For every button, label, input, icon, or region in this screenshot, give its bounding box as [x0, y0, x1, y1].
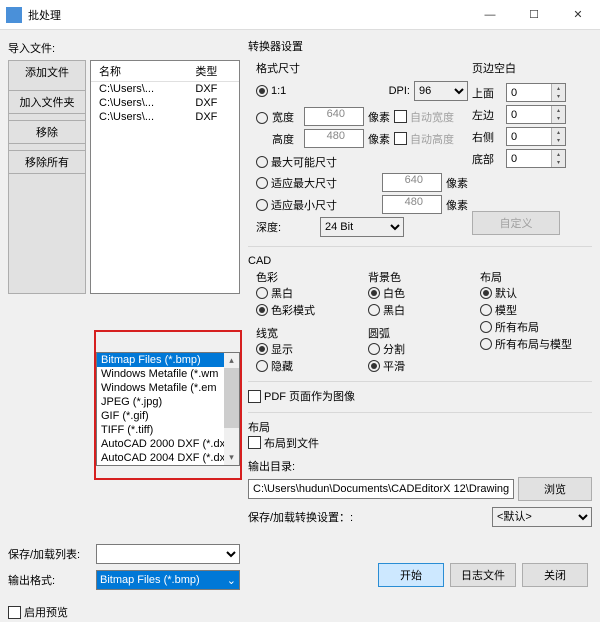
close-button[interactable]: ✕ [556, 0, 600, 30]
margin-bottom-input[interactable]: 0▴▾ [506, 149, 566, 168]
window-title: 批处理 [28, 7, 468, 23]
margin-top-input[interactable]: 0▴▾ [506, 83, 566, 102]
pdf-as-image-checkbox[interactable]: PDF 页面作为图像 [248, 388, 355, 404]
layout-all-model-radio[interactable]: 所有布局与模型 [480, 336, 572, 352]
dropdown-option[interactable]: AutoCAD 2004 DXF (*.dx [97, 451, 239, 465]
auto-width-checkbox[interactable]: 自动宽度 [394, 109, 454, 125]
dropdown-scrollbar[interactable]: ▴▾ [224, 353, 239, 465]
height-input[interactable]: 480 [304, 129, 364, 148]
add-folder-button[interactable]: 加入文件夹 [8, 90, 86, 114]
dropdown-option[interactable]: TIFF (*.tiff) [97, 423, 239, 437]
layout-model-radio[interactable]: 模型 [480, 302, 517, 318]
dropdown-option[interactable]: Windows Metafile (*.wm [97, 367, 239, 381]
enable-preview-checkbox[interactable]: 启用预览 [8, 604, 68, 620]
arc-smooth-radio[interactable]: 平滑 [368, 358, 405, 374]
dropdown-option[interactable]: Bitmap Files (*.bmp) [97, 353, 239, 367]
cad-label: CAD [248, 253, 592, 269]
ratio-1-1-radio[interactable]: 1:1 [256, 85, 286, 97]
custom-button[interactable]: 自定义 [472, 211, 560, 235]
output-format-label: 输出格式: [8, 572, 96, 588]
format-size-label: 格式尺寸 [248, 58, 468, 78]
dropdown-option[interactable]: JPEG (*.jpg) [97, 395, 239, 409]
layout-section-label: 布局 [248, 419, 592, 435]
width-input[interactable]: 640 [304, 107, 364, 126]
col-type[interactable]: 类型 [187, 61, 239, 82]
layout-default-radio[interactable]: 默认 [480, 285, 517, 301]
col-name[interactable]: 名称 [91, 61, 187, 82]
table-row: C:\Users\...DXF [91, 96, 239, 110]
margin-left-input[interactable]: 0▴▾ [506, 105, 566, 124]
arc-split-radio[interactable]: 分割 [368, 341, 405, 357]
max-size-radio[interactable]: 最大可能尺寸 [256, 154, 337, 170]
dropdown-option[interactable]: Windows Metafile (*.em [97, 381, 239, 395]
close-dialog-button[interactable]: 关闭 [522, 563, 588, 587]
file-list[interactable]: 名称 类型 C:\Users\...DXF C:\Users\...DXF C:… [90, 60, 240, 294]
import-files-label: 导入文件: [8, 38, 240, 60]
browse-button[interactable]: 浏览 [518, 477, 592, 501]
dropdown-option[interactable]: GIF (*.gif) [97, 409, 239, 423]
layout-to-file-checkbox[interactable]: 布局到文件 [248, 435, 319, 451]
color-bw-radio[interactable]: 黑白 [256, 285, 293, 301]
app-icon [6, 7, 22, 23]
auto-height-checkbox[interactable]: 自动高度 [394, 131, 454, 147]
table-row: C:\Users\...DXF [91, 110, 239, 124]
color-mode-radio[interactable]: 色彩模式 [256, 302, 315, 318]
start-button[interactable]: 开始 [378, 563, 444, 587]
fit-min-radio[interactable]: 适应最小尺寸 [256, 197, 337, 213]
custom-size-radio[interactable] [256, 112, 268, 124]
margin-label: 页边空白 [472, 58, 592, 80]
converter-settings-label: 转换器设置 [248, 38, 592, 58]
linew-show-radio[interactable]: 显示 [256, 341, 293, 357]
dpi-select[interactable]: 96 [414, 81, 468, 101]
fit-max-radio[interactable]: 适应最大尺寸 [256, 175, 337, 191]
fit-max-input[interactable]: 640 [382, 173, 442, 192]
save-list-label: 保存/加载列表: [8, 546, 96, 562]
log-button[interactable]: 日志文件 [450, 563, 516, 587]
table-row: C:\Users\...DXF [91, 82, 239, 97]
output-dir-input[interactable] [248, 479, 514, 499]
output-dir-label: 输出目录: [248, 458, 592, 474]
dropdown-option[interactable]: AutoCAD 2000 DXF (*.dx [97, 437, 239, 451]
linew-hide-radio[interactable]: 隐藏 [256, 358, 293, 374]
depth-select[interactable]: 24 Bit [320, 217, 404, 237]
output-format-select[interactable]: Bitmap Files (*.bmp) ⌄ [96, 570, 240, 590]
bg-black-radio[interactable]: 黑白 [368, 302, 405, 318]
save-load-settings-select[interactable]: <默认> [492, 507, 592, 527]
chevron-down-icon: ⌄ [227, 574, 236, 587]
maximize-button[interactable]: ☐ [512, 0, 556, 30]
layout-all-radio[interactable]: 所有布局 [480, 319, 539, 335]
margin-right-input[interactable]: 0▴▾ [506, 127, 566, 146]
output-format-dropdown[interactable]: Bitmap Files (*.bmp) Windows Metafile (*… [96, 352, 240, 466]
save-list-select[interactable] [96, 544, 240, 564]
fit-min-input[interactable]: 480 [382, 195, 442, 214]
bg-white-radio[interactable]: 白色 [368, 285, 405, 301]
remove-all-button[interactable]: 移除所有 [8, 150, 86, 174]
remove-button[interactable]: 移除 [8, 120, 86, 144]
minimize-button[interactable]: — [468, 0, 512, 30]
